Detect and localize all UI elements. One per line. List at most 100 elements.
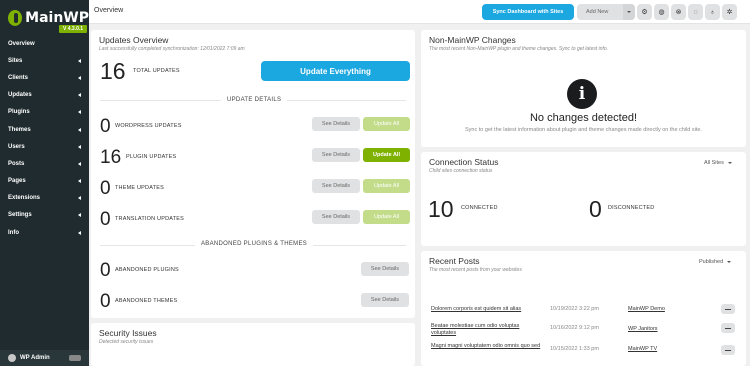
update-all-button[interactable]: Update All [363, 210, 410, 224]
wp-admin-link[interactable]: WP Admin [0, 350, 89, 366]
update-all-button[interactable]: Update All [363, 179, 410, 193]
filter-label: All Sites [704, 160, 724, 166]
wordpress-updates-count: 0 [100, 116, 111, 137]
translation-updates-count: 0 [100, 209, 111, 230]
settings-icon[interactable]: ✲ [722, 4, 737, 20]
see-details-button[interactable]: See Details [312, 210, 360, 224]
see-details-button[interactable]: See Details [361, 262, 409, 276]
card-subtitle: The most recent Non-MainWP plugin and th… [429, 46, 609, 52]
sidebar-nav: Overview Sites Clients Updates Plugins T… [0, 35, 89, 241]
add-new-label: Add New [586, 9, 609, 15]
card-title: Non-MainWP Changes [429, 35, 516, 45]
security-issues-card: Security Issues Detected security issues [91, 323, 415, 366]
connected-count: 10 [428, 196, 454, 222]
toggle-icon[interactable] [69, 355, 81, 361]
post-title-link[interactable]: Magni magni voluptatem odio omnis quo se… [431, 343, 541, 350]
disconnected-label: DISCONNECTED [608, 205, 655, 211]
sidebar-item-label: Users [8, 143, 25, 150]
table-row: Beatae molestiae cum odio voluptas volup… [431, 323, 736, 341]
chat-icon[interactable]: ◌ [688, 4, 703, 20]
sidebar-item-label: Posts [8, 160, 25, 167]
post-title-link[interactable]: Dolorem corporis est quidem sit alias [431, 306, 541, 313]
lightbulb-icon[interactable]: ♁ [705, 4, 720, 20]
card-subtitle: Last successfully completed synchronizat… [99, 46, 245, 52]
caret-left-icon [78, 58, 81, 63]
post-actions-button[interactable] [721, 323, 735, 333]
post-site-link[interactable]: MainWP Demo [628, 306, 665, 312]
caret-left-icon [78, 127, 81, 132]
sidebar-item-plugins[interactable]: Plugins [0, 104, 89, 121]
update-details-heading: UPDATE DETAILS [221, 97, 288, 103]
help-icon[interactable]: ⊗ [671, 4, 686, 20]
add-new-dropdown[interactable]: Add New [577, 4, 635, 20]
caret-left-icon [78, 230, 81, 235]
top-header: Overview Sync Dashboard with Sites Add N… [89, 0, 750, 24]
connected-label: CONNECTED [461, 205, 498, 211]
sidebar-item-label: Settings [8, 212, 32, 219]
wordpress-icon [8, 354, 16, 362]
post-date: 10/15/2022 1:33 pm [550, 346, 599, 352]
post-date: 10/16/2022 9:12 pm [550, 325, 599, 331]
sync-dashboard-button[interactable]: Sync Dashboard with Sites [482, 4, 574, 20]
caret-left-icon [78, 110, 81, 115]
post-site-link[interactable]: MainWP TV [628, 346, 657, 352]
sidebar-item-label: Info [8, 229, 19, 236]
see-details-button[interactable]: See Details [312, 148, 360, 162]
table-row: Magni magni voluptatem odio omnis quo se… [431, 343, 736, 361]
post-title-link[interactable]: Beatae molestiae cum odio voluptas volup… [431, 323, 541, 337]
abandoned-plugins-count: 0 [100, 260, 111, 281]
mainwp-logo-icon [8, 10, 23, 26]
update-all-button[interactable]: Update All [363, 117, 410, 131]
info-icon: i [567, 79, 597, 109]
version-badge: V 4.3.0.1 [59, 25, 88, 33]
post-status-dropdown[interactable]: Published [699, 259, 732, 265]
see-details-button[interactable]: See Details [312, 179, 360, 193]
see-details-button[interactable]: See Details [312, 117, 360, 131]
update-everything-button[interactable]: Update Everything [261, 61, 410, 81]
sidebar-item-label: Clients [8, 74, 29, 81]
sidebar-item-sites[interactable]: Sites [0, 52, 89, 69]
sidebar-item-posts[interactable]: Posts [0, 155, 89, 172]
see-details-button[interactable]: See Details [361, 293, 409, 307]
sidebar-item-overview[interactable]: Overview [0, 35, 89, 52]
sidebar-item-label: Themes [8, 126, 31, 133]
sidebar-item-settings[interactable]: Settings [0, 207, 89, 224]
plugin-updates-count: 16 [100, 147, 122, 168]
caret-left-icon [78, 213, 81, 218]
filter-label: Published [699, 259, 724, 265]
gear-icon[interactable]: ⚙ [637, 4, 652, 20]
chevron-down-icon[interactable] [623, 4, 635, 20]
sites-filter-dropdown[interactable]: All Sites [704, 160, 732, 166]
sidebar-item-label: Updates [8, 92, 32, 99]
caret-down-icon [727, 260, 732, 263]
sidebar-item-clients[interactable]: Clients [0, 69, 89, 86]
abandoned-plugins-label: ABANDONED PLUGINS [115, 267, 179, 273]
sidebar: MainWP V 4.3.0.1 Overview Sites Clients … [0, 0, 89, 366]
empty-state-text: Sync to get the latest information about… [465, 127, 702, 133]
sidebar-item-users[interactable]: Users [0, 138, 89, 155]
update-all-button[interactable]: Update All [363, 148, 410, 162]
sidebar-item-label: Plugins [8, 109, 30, 116]
abandoned-heading: ABANDONED PLUGINS & THEMES [195, 241, 314, 247]
sidebar-item-pages[interactable]: Pages [0, 173, 89, 190]
sidebar-item-extensions[interactable]: Extensions [0, 190, 89, 207]
caret-left-icon [78, 161, 81, 166]
abandoned-themes-label: ABANDONED THEMES [115, 298, 178, 304]
post-site-link[interactable]: WP Janitors [628, 326, 658, 332]
abandoned-themes-count: 0 [100, 291, 111, 312]
sidebar-item-info[interactable]: Info [0, 224, 89, 241]
card-subtitle: The most recent posts from your websites [429, 267, 522, 273]
theme-updates-count: 0 [100, 178, 111, 199]
sidebar-item-updates[interactable]: Updates [0, 87, 89, 104]
sidebar-item-themes[interactable]: Themes [0, 121, 89, 138]
post-actions-button[interactable] [721, 304, 735, 314]
connection-status-card: Connection Status Child sites connection… [421, 152, 746, 246]
post-date: 10/19/2022 3:22 pm [550, 306, 599, 312]
sidebar-item-label: Sites [8, 57, 23, 64]
caret-left-icon [78, 144, 81, 149]
globe-icon[interactable]: ◍ [654, 4, 669, 20]
table-row: Dolorem corporis est quidem sit alias 10… [431, 304, 736, 322]
updates-overview-card: Updates Overview Last successfully compl… [91, 30, 415, 318]
post-actions-button[interactable] [721, 345, 735, 355]
card-title: Recent Posts [429, 256, 480, 266]
